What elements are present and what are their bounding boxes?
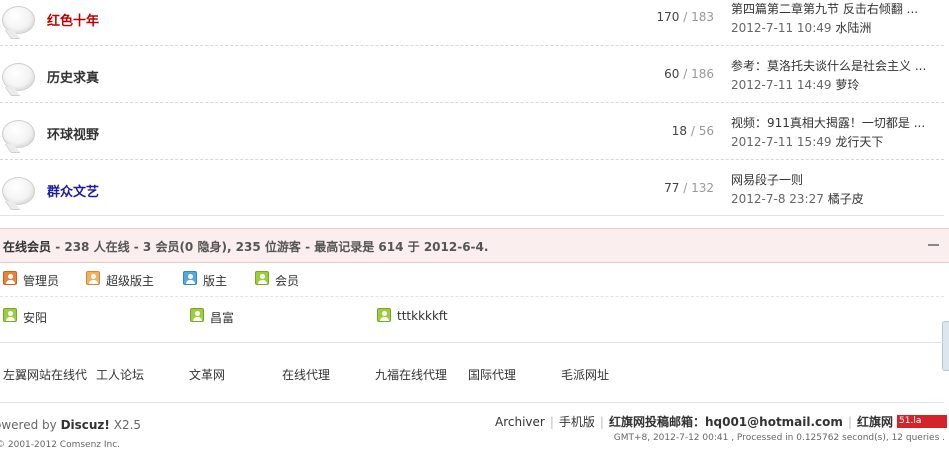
online-user-link[interactable]: 安阳 [23, 309, 47, 326]
last-post-title-link[interactable]: 视频：911真相大揭露！一切都是 ... [731, 114, 941, 132]
thread-count: 18 [671, 124, 688, 138]
thread-count: 77 [664, 181, 680, 195]
admin-icon [3, 271, 17, 285]
copyright-text: 2001-2012 Comsenz Inc. [7, 440, 121, 450]
last-post-time: 2012-7-11 15:49 [731, 135, 832, 149]
online-user-link[interactable]: tttkkkkft [397, 309, 448, 323]
count-separator: / [679, 10, 692, 24]
online-members-label[interactable]: 在线会员 [3, 240, 51, 254]
post-count: 183 [691, 10, 714, 24]
super-moderator-icon [86, 271, 100, 285]
friend-link[interactable]: 在线代理 [282, 366, 330, 383]
forum-counts: 170 / 183 [657, 10, 714, 24]
side-scroll-tab[interactable] [942, 321, 949, 371]
divider: | [599, 414, 604, 429]
legend-label: 超级版主 [106, 274, 155, 288]
archiver-link[interactable]: Archiver [495, 415, 545, 429]
legend-label: 管理员 [23, 274, 60, 288]
stats-badge-icon[interactable]: 51.la [897, 415, 947, 428]
footer-links: Archiver | 手机版 | 红旗网投稿邮箱：hq001@hotmail.com | 红… [495, 413, 947, 433]
last-post-time: 2012-7-11 10:49 [731, 21, 832, 35]
forum-bubble-icon [2, 120, 35, 148]
forum-counts: 18 / 56 [672, 124, 714, 138]
last-post-author-link[interactable]: 龙行天下 [835, 135, 883, 149]
online-stats: - 238 人在线 - 3 会员(0 隐身), 235 位游客 - 最高记录是 … [51, 240, 489, 254]
friend-link[interactable]: 左翼网站在线代 [3, 366, 87, 383]
row-divider [0, 159, 944, 160]
powered-by: owered by Discuz! X2.5 [0, 418, 141, 432]
site-name-link[interactable]: 红旗网 [857, 413, 893, 430]
copyright: © 2001-2012 Comsenz Inc. [0, 440, 121, 450]
powered-prefix: owered by [0, 418, 61, 432]
forum-counts: 77 / 132 [664, 181, 714, 195]
last-post-title-link[interactable]: 第四篇第二章第九节 反击右倾翻 ... [731, 0, 941, 18]
divider: | [549, 414, 554, 429]
section-divider [0, 215, 944, 216]
forum-counts: 60 / 186 [664, 67, 714, 81]
last-post-title-link[interactable]: 参考：莫洛托夫谈什么是社会主义 ... [731, 57, 941, 75]
forum-name-link[interactable]: 环球视野 [47, 124, 99, 143]
section-divider [0, 342, 944, 343]
forum-row: 群众文艺 77 / 132 网易段子一则 2012-7-8 23:27 橘子皮 [0, 171, 944, 228]
friend-link[interactable]: 毛派网址 [561, 366, 609, 383]
last-post-time: 2012-7-8 23:27 [731, 192, 824, 206]
post-count: 132 [691, 181, 714, 195]
post-count: 186 [691, 67, 714, 81]
thread-count: 60 [664, 67, 680, 81]
moderator-icon [183, 271, 197, 285]
forum-row: 历史求真 60 / 186 参考：莫洛托夫谈什么是社会主义 ... 2012-7… [0, 57, 944, 114]
last-post-time: 2012-7-11 14:49 [731, 78, 832, 92]
friend-link[interactable]: 文革网 [189, 366, 225, 383]
count-separator: / [687, 124, 699, 138]
legend-divider [0, 296, 944, 297]
collapse-icon[interactable] [928, 244, 939, 246]
forum-bubble-icon [2, 6, 35, 34]
friend-link[interactable]: 工人论坛 [96, 366, 144, 383]
row-divider [0, 102, 944, 103]
forum-bubble-icon [2, 63, 35, 91]
forum-row: 红色十年 170 / 183 第四篇第二章第九节 反击右倾翻 ... 2012-… [0, 0, 944, 57]
count-separator: / [679, 181, 692, 195]
last-post: 第四篇第二章第九节 反击右倾翻 ... 2012-7-11 10:49 水陆洲 [731, 0, 941, 37]
legend-label: 会员 [275, 274, 300, 288]
forum-name-link[interactable]: 群众文艺 [47, 181, 99, 200]
forum-name-link[interactable]: 红色十年 [47, 10, 99, 29]
online-summary: 在线会员 - 238 人在线 - 3 会员(0 隐身), 235 位游客 - 最… [3, 238, 488, 255]
friend-link[interactable]: 国际代理 [468, 366, 516, 383]
last-post-author-link[interactable]: 水陆洲 [835, 21, 871, 35]
member-icon [190, 308, 204, 322]
contact-email[interactable]: 红旗网投稿邮箱：hq001@hotmail.com [609, 413, 843, 430]
online-user-link[interactable]: 昌富 [210, 309, 234, 326]
row-divider [0, 45, 944, 46]
last-post-title-link[interactable]: 网易段子一则 [731, 171, 941, 189]
mobile-link[interactable]: 手机版 [559, 413, 595, 430]
discuz-link[interactable]: Discuz! [61, 418, 110, 432]
thread-count: 170 [656, 10, 680, 24]
divider: | [847, 414, 852, 429]
last-post-author-link[interactable]: 橘子皮 [828, 192, 864, 206]
post-count: 56 [698, 124, 714, 138]
friend-link[interactable]: 九福在线代理 [375, 366, 447, 383]
count-separator: / [679, 67, 692, 81]
last-post: 视频：911真相大揭露！一切都是 ... 2012-7-11 15:49 龙行天… [731, 114, 941, 151]
forum-row: 环球视野 18 / 56 视频：911真相大揭露！一切都是 ... 2012-7… [0, 114, 944, 171]
last-post: 网易段子一则 2012-7-8 23:27 橘子皮 [731, 171, 941, 208]
last-post: 参考：莫洛托夫谈什么是社会主义 ... 2012-7-11 14:49 萝玲 [731, 57, 941, 94]
gmt-info: GMT+8, 2012-7-12 00:41 , Processed in 0.… [613, 433, 945, 443]
last-post-author-link[interactable]: 萝玲 [835, 78, 859, 92]
member-icon [377, 308, 391, 322]
forum-name-link[interactable]: 历史求真 [47, 67, 99, 86]
version: X2.5 [109, 418, 142, 432]
member-icon [255, 271, 269, 285]
member-icon [3, 308, 17, 322]
footer-divider [0, 402, 944, 403]
legend-label: 版主 [203, 274, 228, 288]
online-members-bar: 在线会员 - 238 人在线 - 3 会员(0 隐身), 235 位游客 - 最… [0, 228, 949, 263]
forum-bubble-icon [2, 177, 35, 205]
